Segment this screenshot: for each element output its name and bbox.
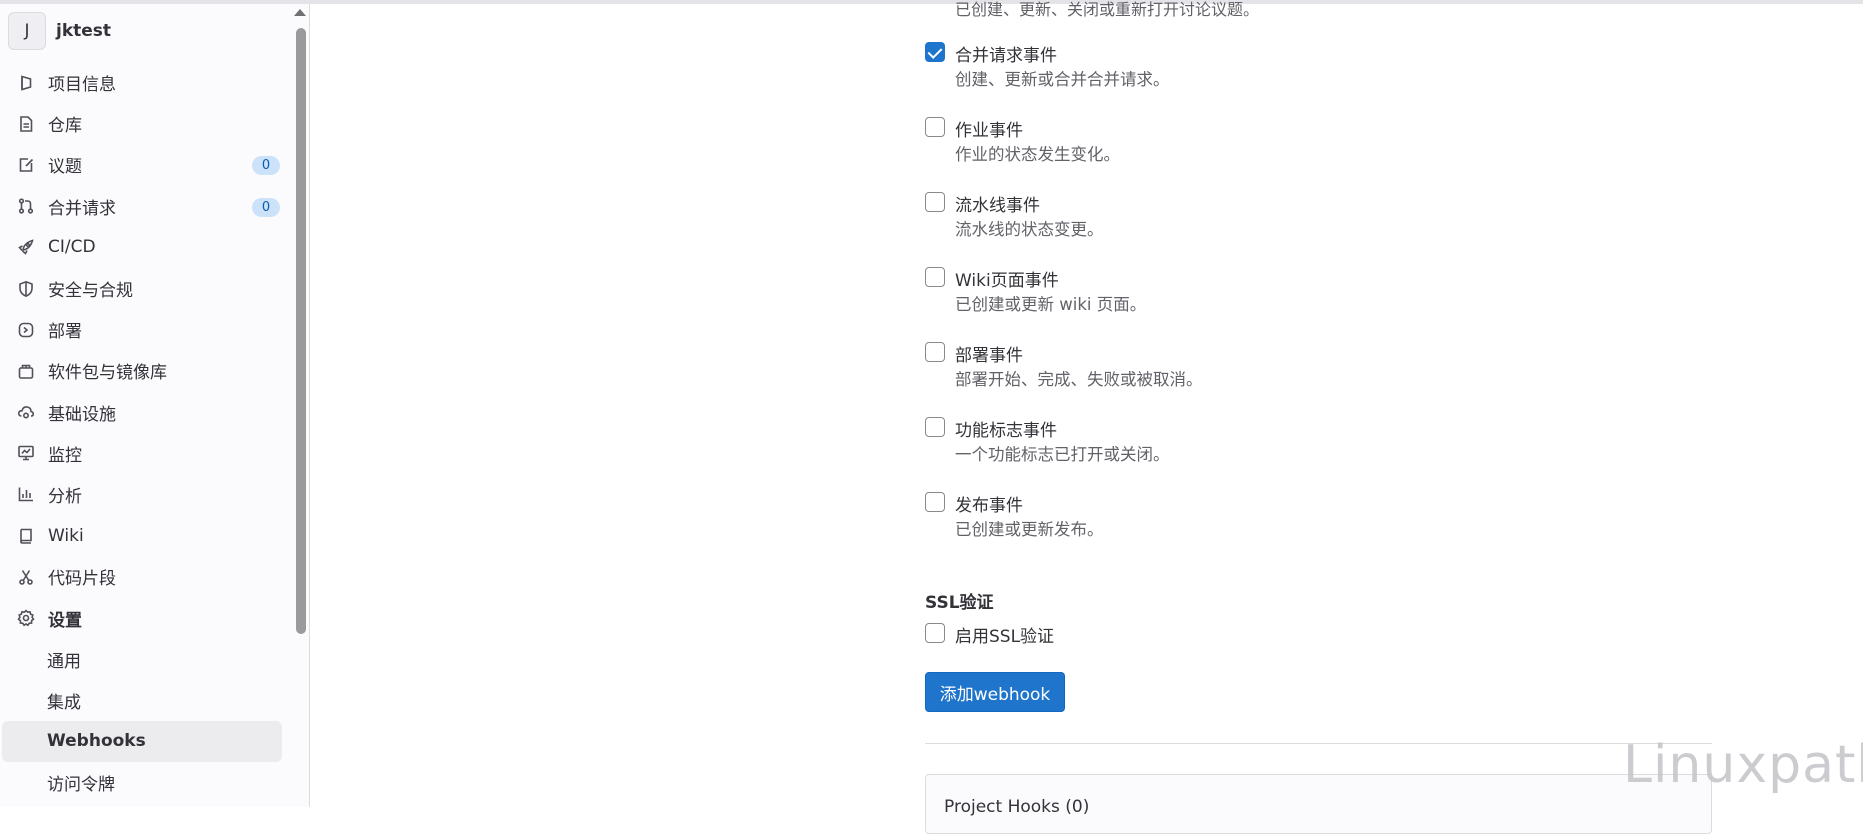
deployment-events-checkbox[interactable]: [925, 342, 945, 362]
sidebar-item-label: 软件包与镜像库: [48, 363, 167, 384]
cloud-gear-icon: [16, 402, 36, 422]
deployments-icon: [16, 320, 36, 340]
clipped-event-desc: 已创建、更新、关闭或重新打开讨论议题。: [955, 0, 1260, 19]
sidebar-item-label: 安全与合规: [48, 281, 133, 302]
divider: [925, 743, 1712, 744]
event-description: 一个功能标志已打开或关闭。: [955, 445, 1170, 464]
monitor-icon: [16, 443, 36, 463]
event-description: 已创建或更新发布。: [955, 520, 1104, 539]
settings-icon: [16, 608, 36, 628]
sidebar-item-label: 代码片段: [48, 569, 116, 590]
pipeline-events-checkbox[interactable]: [925, 192, 945, 212]
project-hooks-card: Project Hooks (0): [925, 774, 1712, 834]
sidebar-nav: 项目信息 仓库 议题 0 合并请求 0 CI/CD 安全与合规 部署 软件包与镜…: [0, 62, 290, 803]
settings-sub-webhooks[interactable]: Webhooks: [2, 720, 282, 762]
sidebar-item-packages[interactable]: 软件包与镜像库: [0, 350, 290, 391]
release-events-checkbox[interactable]: [925, 492, 945, 512]
project-hooks-title: Project Hooks (0): [944, 797, 1090, 817]
sidebar-item-label: Wiki: [48, 525, 84, 546]
shield-icon: [16, 279, 36, 299]
sidebar-item-deployments[interactable]: 部署: [0, 309, 290, 350]
event-title[interactable]: 功能标志事件: [955, 416, 1057, 441]
event-description: 流水线的状态变更。: [955, 220, 1104, 239]
ssl-verification-checkbox[interactable]: [925, 623, 945, 643]
wiki-page-events-checkbox[interactable]: [925, 267, 945, 287]
event-description: 已创建或更新 wiki 页面。: [955, 295, 1147, 314]
rocket-icon: [16, 237, 36, 257]
job-events-checkbox[interactable]: [925, 117, 945, 137]
sidebar-item-label: 基础设施: [48, 404, 116, 425]
settings-sub-general[interactable]: 通用: [0, 639, 290, 680]
event-description: 创建、更新或合并合并请求。: [955, 70, 1170, 89]
book-icon: [16, 526, 36, 546]
sidebar-item-settings[interactable]: 设置: [0, 597, 290, 638]
event-title[interactable]: 流水线事件: [955, 191, 1040, 216]
sidebar-item-label: 监控: [48, 445, 82, 466]
sidebar-scrollbar[interactable]: [296, 28, 306, 634]
issues-icon: [16, 155, 36, 175]
sidebar: J jktest 项目信息 仓库 议题 0 合并请求 0 CI/CD 安全与合规…: [0, 4, 310, 807]
project-avatar[interactable]: J: [8, 12, 46, 50]
settings-sub-integrations[interactable]: 集成: [0, 680, 290, 721]
merge-request-icon: [16, 196, 36, 216]
sidebar-item-label: 部署: [48, 322, 82, 343]
sidebar-item-label: 项目信息: [48, 75, 116, 96]
sidebar-item-repository[interactable]: 仓库: [0, 103, 290, 144]
feature-flag-events-checkbox[interactable]: [925, 417, 945, 437]
sidebar-item-infrastructure[interactable]: 基础设施: [0, 392, 290, 433]
ssl-section-title: SSL验证: [925, 593, 994, 613]
sidebar-item-analytics[interactable]: 分析: [0, 474, 290, 515]
package-icon: [16, 361, 36, 381]
settings-sub-access-tokens[interactable]: 访问令牌: [0, 762, 290, 803]
project-info-icon: [16, 73, 36, 93]
merge-request-events-checkbox[interactable]: [925, 42, 945, 62]
chart-icon: [16, 484, 36, 504]
merge-requests-count-badge: 0: [252, 197, 280, 217]
watermark: Linuxpath: [1623, 735, 1863, 795]
sidebar-item-issues[interactable]: 议题 0: [0, 144, 290, 185]
issues-count-badge: 0: [252, 156, 280, 176]
sidebar-item-cicd[interactable]: CI/CD: [0, 227, 290, 268]
sidebar-item-label: 分析: [48, 486, 82, 507]
main-content: 已创建、更新、关闭或重新打开讨论议题。 合并请求事件 创建、更新或合并合并请求。…: [311, 0, 1863, 834]
sidebar-item-project-info[interactable]: 项目信息: [0, 62, 290, 103]
event-title[interactable]: 发布事件: [955, 491, 1023, 516]
event-title[interactable]: Wiki页面事件: [955, 266, 1059, 291]
project-name[interactable]: jktest: [56, 21, 111, 41]
scissors-icon: [16, 567, 36, 587]
sidebar-item-monitor[interactable]: 监控: [0, 433, 290, 474]
sidebar-item-security[interactable]: 安全与合规: [0, 268, 290, 309]
sidebar-item-merge-requests[interactable]: 合并请求 0: [0, 186, 290, 227]
sidebar-item-snippets[interactable]: 代码片段: [0, 556, 290, 597]
scroll-up-arrow-icon[interactable]: [294, 9, 306, 16]
ssl-checkbox-label[interactable]: 启用SSL验证: [955, 622, 1054, 647]
event-title[interactable]: 合并请求事件: [955, 41, 1057, 66]
add-webhook-button[interactable]: 添加webhook: [925, 672, 1065, 712]
sidebar-item-label: CI/CD: [48, 237, 96, 258]
sidebar-item-label: 议题: [48, 157, 82, 178]
sidebar-item-label: 设置: [48, 610, 82, 631]
event-title[interactable]: 作业事件: [955, 116, 1023, 141]
project-header[interactable]: J jktest: [8, 12, 111, 50]
event-description: 部署开始、完成、失败或被取消。: [955, 370, 1203, 389]
sidebar-item-label: 合并请求: [48, 198, 116, 219]
document-icon: [16, 114, 36, 134]
sidebar-item-wiki[interactable]: Wiki: [0, 515, 290, 556]
event-title[interactable]: 部署事件: [955, 341, 1023, 366]
event-description: 作业的状态发生变化。: [955, 145, 1120, 164]
sidebar-item-label: 仓库: [48, 116, 82, 137]
